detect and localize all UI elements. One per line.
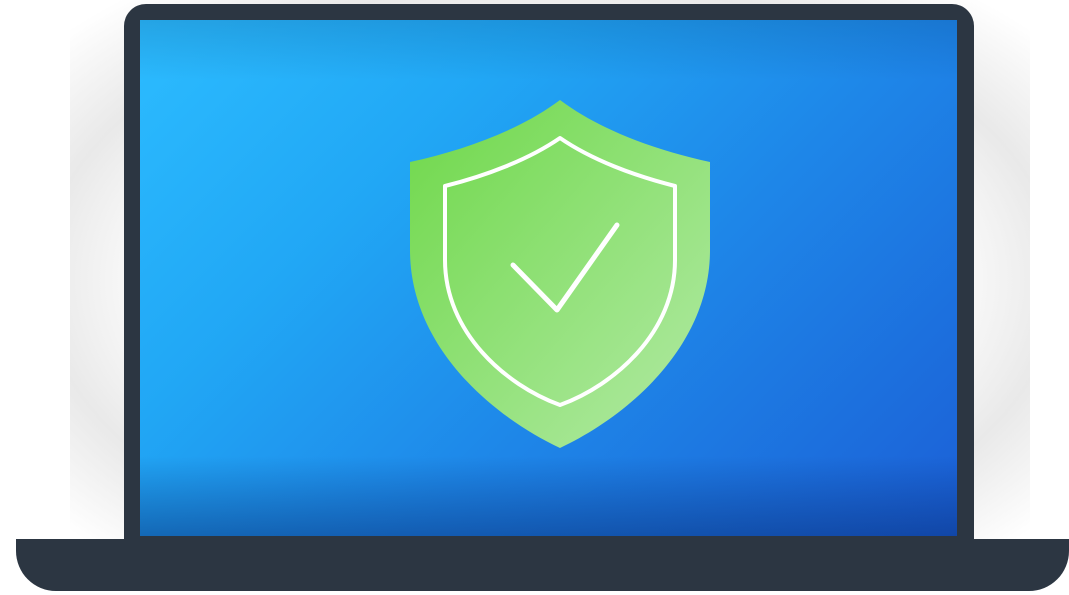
- shield-body: [410, 100, 710, 448]
- laptop-security-illustration: [0, 0, 1069, 595]
- shield-check-icon: [410, 100, 710, 448]
- laptop-screen: [140, 20, 957, 536]
- laptop-base: [16, 539, 1069, 591]
